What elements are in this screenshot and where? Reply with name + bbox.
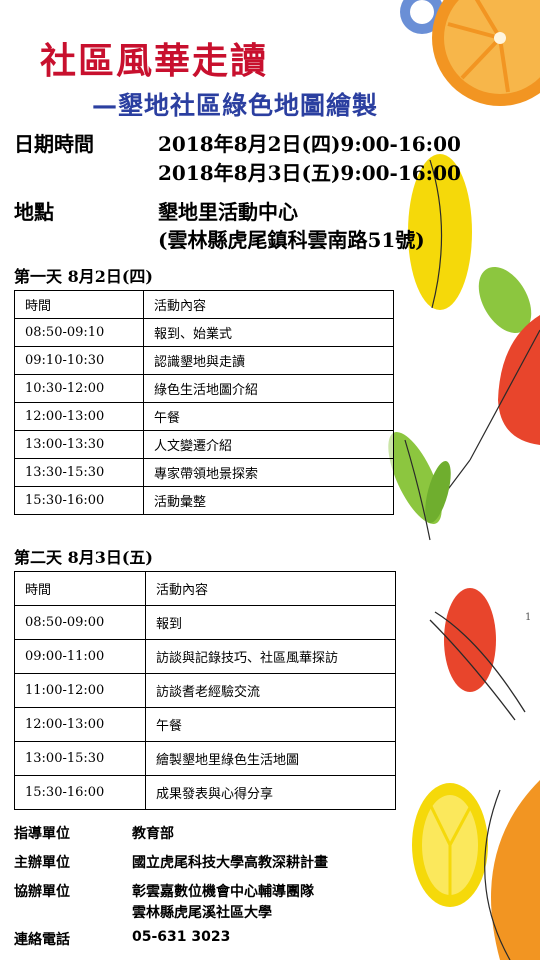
table-row: 15:30-16:00 活動彙整 bbox=[14, 486, 394, 515]
datetime-label: 日期時間 bbox=[14, 132, 94, 156]
day2-heading: 第二天 8月3日(五) bbox=[14, 548, 153, 567]
co-host-label: 協辦單位 bbox=[14, 884, 70, 900]
activity-cell: 人文變遷介紹 bbox=[143, 430, 394, 459]
advisor-value: 教育部 bbox=[132, 826, 174, 842]
time-cell: 13:00-15:30 bbox=[14, 741, 146, 776]
co-host-value-2: 雲林縣虎尾溪社區大學 bbox=[132, 905, 272, 921]
table-row: 13:30-15:30 專家帶領地景探索 bbox=[14, 458, 394, 487]
table-row: 09:10-10:30 認識墾地與走讀 bbox=[14, 346, 394, 375]
activity-cell: 午餐 bbox=[145, 707, 396, 742]
header-activity: 活動內容 bbox=[145, 571, 396, 606]
phone-value: 05-631 3023 bbox=[132, 929, 231, 945]
table-header-row: 時間 活動內容 bbox=[14, 571, 396, 606]
co-host-value-1: 彰雲嘉數位機會中心輔導團隊 bbox=[132, 884, 314, 900]
activity-cell: 報到、始業式 bbox=[143, 318, 394, 347]
table-row: 11:00-12:00 訪談耆老經驗交流 bbox=[14, 673, 396, 708]
table-row: 10:30-12:00 綠色生活地圖介紹 bbox=[14, 374, 394, 403]
activity-cell: 專家帶領地景探索 bbox=[143, 458, 394, 487]
activity-cell: 認識墾地與走讀 bbox=[143, 346, 394, 375]
table-row: 13:00-13:30 人文變遷介紹 bbox=[14, 430, 394, 459]
table-row: 12:00-13:00 午餐 bbox=[14, 402, 394, 431]
time-cell: 09:00-11:00 bbox=[14, 639, 146, 674]
location-label: 地點 bbox=[14, 200, 54, 224]
event-flyer: 社區風華走讀 —墾地社區綠色地圖繪製 日期時間 2018年8月2日(四)9:00… bbox=[0, 0, 540, 960]
activity-cell: 成果發表與心得分享 bbox=[145, 775, 396, 810]
advisor-label: 指導單位 bbox=[14, 826, 70, 842]
table-row: 09:00-11:00 訪談與記錄技巧、社區風華探訪 bbox=[14, 639, 396, 674]
location-address: (雲林縣虎尾鎮科雲南路51號) bbox=[158, 228, 425, 252]
phone-label: 連絡電話 bbox=[14, 932, 70, 948]
time-cell: 13:30-15:30 bbox=[14, 458, 144, 487]
day2-schedule-table: 時間 活動內容 08:50-09:00 報到 09:00-11:00 訪談與記錄技巧… bbox=[14, 571, 396, 810]
header-time: 時間 bbox=[14, 571, 146, 606]
activity-cell: 活動彙整 bbox=[143, 486, 394, 515]
header-time: 時間 bbox=[14, 290, 144, 319]
time-cell: 13:00-13:30 bbox=[14, 430, 144, 459]
table-row: 08:50-09:00 報到 bbox=[14, 605, 396, 640]
activity-cell: 綠色生活地圖介紹 bbox=[143, 374, 394, 403]
time-cell: 09:10-10:30 bbox=[14, 346, 144, 375]
time-cell: 12:00-13:00 bbox=[14, 707, 146, 742]
table-row: 08:50-09:10 報到、始業式 bbox=[14, 318, 394, 347]
activity-cell: 訪談耆老經驗交流 bbox=[145, 673, 396, 708]
time-cell: 08:50-09:10 bbox=[14, 318, 144, 347]
table-row: 13:00-15:30 繪製墾地里綠色生活地圖 bbox=[14, 741, 396, 776]
location-name: 墾地里活動中心 bbox=[158, 200, 298, 224]
page-title: 社區風華走讀 bbox=[40, 41, 269, 82]
page-subtitle: —墾地社區綠色地圖繪製 bbox=[92, 91, 379, 120]
activity-cell: 訪談與記錄技巧、社區風華探訪 bbox=[145, 639, 396, 674]
time-cell: 11:00-12:00 bbox=[14, 673, 146, 708]
day1-heading: 第一天 8月2日(四) bbox=[14, 267, 153, 286]
activity-cell: 午餐 bbox=[143, 402, 394, 431]
host-value: 國立虎尾科技大學高教深耕計畫 bbox=[132, 855, 328, 871]
time-cell: 08:50-09:00 bbox=[14, 605, 146, 640]
activity-cell: 報到 bbox=[145, 605, 396, 640]
time-cell: 10:30-12:00 bbox=[14, 374, 144, 403]
time-cell: 12:00-13:00 bbox=[14, 402, 144, 431]
table-header-row: 時間 活動內容 bbox=[14, 290, 394, 319]
table-row: 12:00-13:00 午餐 bbox=[14, 707, 396, 742]
table-row: 15:30-16:00 成果發表與心得分享 bbox=[14, 775, 396, 810]
datetime-line-1: 2018年8月2日(四)9:00-16:00 bbox=[158, 132, 461, 156]
time-cell: 15:30-16:00 bbox=[14, 775, 146, 810]
datetime-line-2: 2018年8月3日(五)9:00-16:00 bbox=[158, 161, 461, 185]
header-activity: 活動內容 bbox=[143, 290, 394, 319]
day1-schedule-table: 時間 活動內容 08:50-09:10 報到、始業式 09:10-10:30 認識墾… bbox=[14, 290, 394, 515]
time-cell: 15:30-16:00 bbox=[14, 486, 144, 515]
host-label: 主辦單位 bbox=[14, 855, 70, 871]
page-number: 1 bbox=[525, 612, 532, 623]
activity-cell: 繪製墾地里綠色生活地圖 bbox=[145, 741, 396, 776]
